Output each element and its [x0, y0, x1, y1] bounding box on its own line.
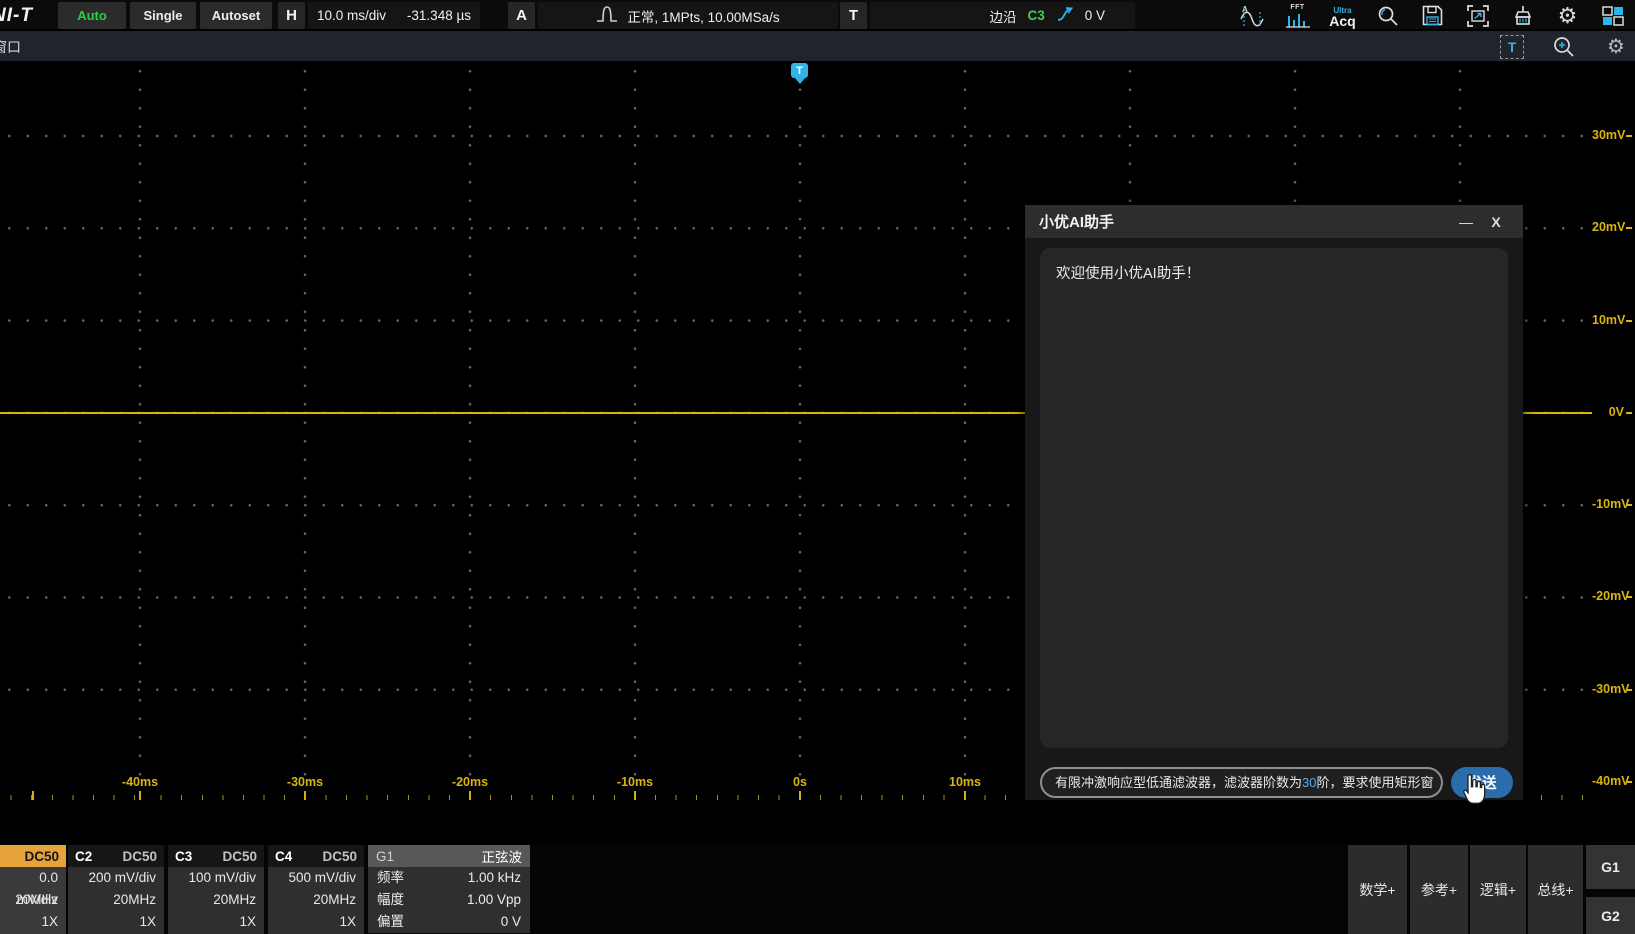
chat-input[interactable]: 有限冲激响应型低通滤波器，滤波器阶数为30阶，要求使用矩形窗 [1040, 767, 1443, 798]
sub-toolbar: 窗口 T ⚙ [0, 31, 1635, 62]
channel-probe: 1X [268, 911, 364, 933]
time-axis-label: -10ms [600, 775, 670, 789]
rising-edge-icon [1056, 5, 1074, 26]
time-axis-label: 0s [765, 775, 835, 789]
acq-ultra-button[interactable]: Ultra Acq [1320, 0, 1365, 31]
channel-scale: 100 mV/div [168, 867, 264, 889]
acquire-status: 正常, 1MPts, 10.00MSa/s [627, 6, 779, 26]
channel-coupling: DC50 [122, 849, 157, 864]
input-highlight-number: 30 [1302, 775, 1316, 790]
trigger-position-marker[interactable]: T [791, 63, 808, 78]
channel4-box[interactable]: C4 DC50 500 mV/div 20MHz 1X [268, 845, 364, 934]
display-settings-gear-icon[interactable]: ⚙ [1604, 35, 1628, 59]
math-add-button[interactable]: 数学+ [1348, 845, 1407, 934]
welcome-message: 欢迎使用小优AI助手！ [1056, 262, 1492, 283]
trigger-badge[interactable]: T [840, 2, 867, 29]
text-annotation-tool[interactable]: T [1500, 35, 1524, 59]
generator1-box[interactable]: G1 正弦波 频率 1.00 kHz 幅度 1.00 Vpp 偏置 0 V [368, 845, 530, 934]
acquire-panel[interactable]: 正常, 1MPts, 10.00MSa/s [538, 2, 838, 29]
gen-row-value: 1.00 kHz [468, 867, 521, 889]
channel-id: C2 [75, 849, 92, 864]
timebase-value[interactable]: 10.0 ms/div [317, 8, 386, 23]
volt-axis-label: 10mV [1592, 313, 1632, 327]
channel-status-bar: DC50 0.0 mV/div 20MHz 1X C2 DC50 200 mV/d… [0, 845, 1635, 934]
generator-id: G1 [376, 849, 394, 864]
g1-tab-button[interactable]: G1 [1586, 845, 1635, 889]
window-menu-label[interactable]: 窗口 [0, 37, 21, 57]
volt-axis-label: -40mV [1592, 774, 1632, 788]
trigger-panel[interactable]: 边沿 C3 0 V [870, 2, 1135, 29]
logic-add-button[interactable]: 逻辑+ [1470, 845, 1526, 934]
volt-axis-label: 30mV [1592, 128, 1632, 142]
run-mode-button[interactable]: Auto [58, 2, 126, 29]
time-axis-label: -20ms [435, 775, 505, 789]
search-icon[interactable] [1365, 0, 1410, 31]
gen-row-label: 幅度 [377, 889, 404, 911]
channel-bandwidth: 20MHz [268, 889, 364, 911]
generator-waveform: 正弦波 [482, 846, 523, 866]
clear-brush-icon[interactable] [1500, 0, 1545, 31]
fft-icon[interactable]: FFT [1275, 0, 1320, 31]
trigger-level-value[interactable]: 0 V [1085, 8, 1105, 23]
volt-axis-label: -30mV [1592, 682, 1632, 696]
channel-id: C4 [275, 849, 292, 864]
settings-gear-icon[interactable]: ⚙ [1545, 0, 1590, 31]
dialog-title: 小优AI助手 [1039, 211, 1451, 232]
gen-row-label: 偏置 [377, 911, 404, 933]
toolbar-icon-cluster: A FFT Ultra Acq [1230, 0, 1635, 31]
volt-axis-label: 0V [1592, 405, 1632, 419]
acquire-badge[interactable]: A [508, 2, 535, 29]
chat-message-area: 欢迎使用小优AI助手！ [1040, 248, 1508, 748]
channel-coupling: DC50 [222, 849, 257, 864]
time-axis-label: -30ms [270, 775, 340, 789]
auto-measure-icon[interactable]: A [1230, 0, 1275, 31]
window-layout-icon[interactable] [1590, 0, 1635, 31]
channel-probe: 1X [68, 911, 164, 933]
top-toolbar: NI-T Auto Single Autoset H 10.0 ms/div -… [0, 0, 1635, 31]
bus-add-button[interactable]: 总线+ [1528, 845, 1583, 934]
ai-assistant-dialog: 小优AI助手 — X 欢迎使用小优AI助手！ 有限冲激响应型低通滤波器，滤波器阶… [1025, 205, 1523, 800]
single-button[interactable]: Single [130, 2, 196, 29]
volt-axis-label: 20mV [1592, 220, 1632, 234]
time-axis-label: -40ms [105, 775, 175, 789]
channel-probe: 1X [168, 911, 264, 933]
gen-row-label: 频率 [377, 867, 404, 889]
gen-row-value: 0 V [501, 911, 521, 933]
channel1-box[interactable]: DC50 0.0 mV/div 20MHz 1X [0, 845, 66, 934]
reference-add-button[interactable]: 参考+ [1410, 845, 1468, 934]
brand-logo: NI-T [0, 0, 33, 31]
autoset-button[interactable]: Autoset [200, 2, 272, 29]
save-icon[interactable] [1410, 0, 1455, 31]
minimize-button[interactable]: — [1451, 214, 1481, 230]
zoom-in-icon[interactable] [1552, 35, 1576, 59]
channel-bandwidth: 20MHz [0, 889, 66, 911]
channel-scale: 500 mV/div [268, 867, 364, 889]
mouse-hand-cursor [1456, 772, 1488, 813]
trigger-source[interactable]: C3 [1027, 8, 1044, 23]
oscilloscope-app: NI-T Auto Single Autoset H 10.0 ms/div -… [0, 0, 1635, 934]
close-button[interactable]: X [1481, 214, 1511, 230]
volt-axis-label: -10mV [1592, 497, 1632, 511]
channel-scale: 200 mV/div [68, 867, 164, 889]
pulse-icon [596, 5, 618, 26]
channel-bandwidth: 20MHz [168, 889, 264, 911]
trigger-type[interactable]: 边沿 [989, 6, 1016, 26]
channel-coupling: DC50 [322, 849, 357, 864]
channel-coupling: DC50 [24, 849, 59, 864]
time-axis-label: 10ms [930, 775, 1000, 789]
horizontal-badge[interactable]: H [278, 2, 305, 29]
channel-bandwidth: 20MHz [68, 889, 164, 911]
dialog-titlebar[interactable]: 小优AI助手 — X [1025, 205, 1523, 238]
gen-row-value: 1.00 Vpp [467, 889, 521, 911]
horizontal-panel[interactable]: 10.0 ms/div -31.348 µs [308, 2, 480, 29]
horizontal-offset-value[interactable]: -31.348 µs [407, 8, 471, 23]
channel-probe: 1X [0, 911, 66, 933]
channel-scale: 0.0 mV/div [0, 867, 66, 889]
channel-id: C3 [175, 849, 192, 864]
g2-tab-button[interactable]: G2 [1586, 897, 1635, 934]
screenshot-icon[interactable] [1455, 0, 1500, 31]
channel2-box[interactable]: C2 DC50 200 mV/div 20MHz 1X [68, 845, 164, 934]
volt-axis-label: -20mV [1592, 589, 1632, 603]
channel3-box[interactable]: C3 DC50 100 mV/div 20MHz 1X [168, 845, 264, 934]
